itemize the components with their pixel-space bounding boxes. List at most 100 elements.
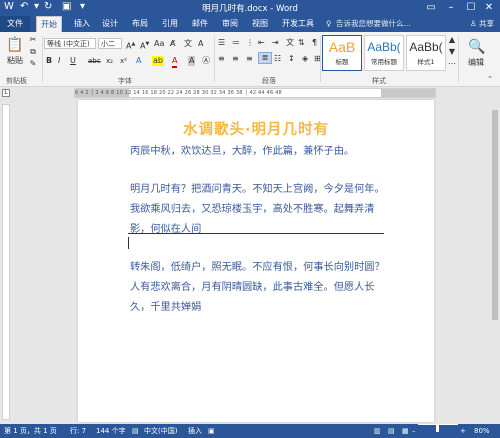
numbering-icon[interactable]: ≔ [232,38,240,48]
shading-icon[interactable]: ◈ [302,54,308,64]
copy-icon[interactable]: ⧉ [28,47,38,57]
style-common-heading[interactable]: AaBb( 常用标题 [364,35,404,71]
ribbon-display-options-icon[interactable]: ▭ [420,0,442,16]
superscript-button[interactable]: x² [120,56,127,66]
change-case-icon[interactable]: Aa [154,39,164,49]
close-icon[interactable]: ✕ [478,0,500,16]
lightbulb-icon: ♀ [326,19,332,28]
clipboard-group-label: 剪贴板 [6,77,27,85]
justify-icon[interactable]: ≣ [258,52,272,64]
tab-design[interactable]: 设计 [98,16,122,32]
group-separator [42,36,43,82]
styles-more-icon[interactable]: ⋯ [448,59,456,69]
tab-references[interactable]: 引用 [158,16,182,32]
status-page[interactable]: 第 1 页，共 1 页 [4,424,57,438]
group-separator [214,36,215,82]
font-color-button[interactable]: A [172,56,178,68]
multilevel-list-icon[interactable]: ⋮ [246,38,254,48]
horizontal-rule [128,233,384,234]
align-center-icon[interactable]: ≡ [232,54,239,64]
italic-button[interactable]: I [58,56,60,66]
ribbon-tabs: 文件 开始 插入 设计 布局 引用 邮件 审阅 视图 开发工具 ♀ 告诉我您想要… [0,16,500,33]
align-right-icon[interactable]: ≡ [246,54,253,64]
zoom-in-icon[interactable]: + [460,424,466,438]
strikethrough-button[interactable]: abc [88,56,101,66]
person-icon: ♙ [469,19,477,28]
share-button[interactable]: ♙ 共享 [466,17,498,31]
character-border-icon[interactable]: Ⓐ [202,56,210,66]
tab-selector-icon[interactable]: L [2,89,10,97]
styles-scroll-down-icon[interactable]: ▼ [448,47,456,57]
group-separator [458,36,459,82]
style-style1[interactable]: AaBb( 样式1 [406,35,446,71]
find-icon[interactable]: 🔍 [466,38,488,56]
status-language[interactable]: 中文(中国) [144,424,177,438]
style-heading[interactable]: AaB 标题 [322,35,362,71]
styles-scroll-up-icon[interactable]: ▲ [448,35,456,45]
document-title: 水调歌头·明月几时有 [182,122,329,138]
grow-font-icon[interactable]: A▲ [126,39,135,52]
tab-file[interactable]: 文件 [0,16,30,32]
status-bar: 第 1 页，共 1 页 行: 7 144 个字 ▤ 中文(中国) 插入 ▣ ▥ … [0,424,500,438]
collapse-ribbon-icon[interactable]: ⌃ [484,74,496,84]
paragraph-verse-2: 转朱阁，低绮户，照无眠。不应有恨，何事长向别时圆？人有悲欢离合，月有阴晴圆缺，此… [130,262,385,313]
increase-indent-icon[interactable]: ⇥ [272,38,279,48]
read-mode-icon[interactable]: ▥ [374,424,381,438]
clear-formatting-icon[interactable]: A̸ [170,39,175,49]
text-effects-icon[interactable]: A [136,56,141,66]
status-insert-mode[interactable]: 插入 [188,424,202,438]
status-line[interactable]: 行: 7 [70,424,86,438]
tab-home[interactable]: 开始 [36,16,62,33]
paragraph-preface: 丙辰中秋，欢饮达旦，大醉，作此篇，兼怀子由。 [130,146,355,157]
paragraph-group-label: 段落 [262,77,276,85]
show-marks-icon[interactable]: ¶ [312,38,317,48]
tab-mailings[interactable]: 邮件 [188,16,212,32]
underline-button[interactable]: U [70,56,76,66]
shrink-font-icon[interactable]: A▼ [140,39,149,52]
styles-group-label: 样式 [372,77,386,85]
tab-view[interactable]: 视图 [248,16,272,32]
macro-record-icon[interactable]: ▣ [208,424,215,438]
bold-button[interactable]: B [46,56,52,66]
tell-me-input[interactable]: 告诉我您想要做什么... [336,16,411,32]
font-size-select[interactable]: 小二 [98,38,122,49]
clipboard-icon[interactable]: 📋 [6,35,24,55]
font-name-select[interactable]: 等线 (中文正) [44,38,96,49]
editing-button[interactable]: 编辑 [462,58,490,68]
line-spacing-icon[interactable]: ↕ [288,54,295,64]
align-left-icon[interactable]: ≡ [218,54,225,64]
sort-icon[interactable]: ⇅ [298,38,305,48]
distributed-icon[interactable]: ☷ [274,54,281,64]
font-group-label: 字体 [118,77,132,85]
horizontal-ruler[interactable]: 6 4 2 │ 2 4 6 8 10 12 14 16 18 20 22 24 … [74,88,436,98]
scrollbar-thumb[interactable] [492,110,498,320]
tab-insert[interactable]: 插入 [70,16,94,32]
zoom-level[interactable]: 80% [474,424,490,438]
chinese-layout-icon[interactable]: 文 [286,38,294,48]
print-layout-icon[interactable]: ▤ [388,424,395,438]
tab-developer[interactable]: 开发工具 [278,16,318,32]
group-separator [320,36,321,82]
zoom-out-icon[interactable]: – [412,424,416,438]
minimize-icon[interactable]: – [440,0,462,16]
web-layout-icon[interactable]: ▦ [402,424,409,438]
enclose-character-icon[interactable]: A [198,39,203,49]
paste-button[interactable]: 粘贴 [4,56,26,66]
format-painter-icon[interactable]: ✎ [28,59,38,69]
subscript-button[interactable]: x₂ [106,56,113,66]
bullets-icon[interactable]: ☰ [218,38,225,48]
phonetic-guide-icon[interactable]: 文 [184,39,192,49]
status-word-count[interactable]: 144 个字 [96,424,126,438]
tab-layout[interactable]: 布局 [128,16,152,32]
highlight-button[interactable]: ab [152,56,164,66]
zoom-slider-knob[interactable] [436,424,439,432]
paragraph-verse-1: 明月几时有？把酒问青天。不知天上宫阙，今夕是何年。我欲乘风归去，又恐琼楼玉宇，高… [130,184,385,235]
document-page[interactable]: 水调歌头·明月几时有 丙辰中秋，欢饮达旦，大醉，作此篇，兼怀子由。 明月几时有？… [78,100,434,422]
vertical-ruler[interactable] [2,104,10,420]
decrease-indent-icon[interactable]: ⇤ [258,38,265,48]
cut-icon[interactable]: ✂ [28,35,38,45]
proofing-icon[interactable]: ▤ [132,424,139,438]
tab-review[interactable]: 审阅 [218,16,242,32]
ribbon-home: 📋 粘贴 ✂ ⧉ ✎ 剪贴板 等线 (中文正) 小二 A▲ A▼ Aa A̸ 文… [0,32,500,87]
character-shading-button[interactable]: A [188,56,196,66]
